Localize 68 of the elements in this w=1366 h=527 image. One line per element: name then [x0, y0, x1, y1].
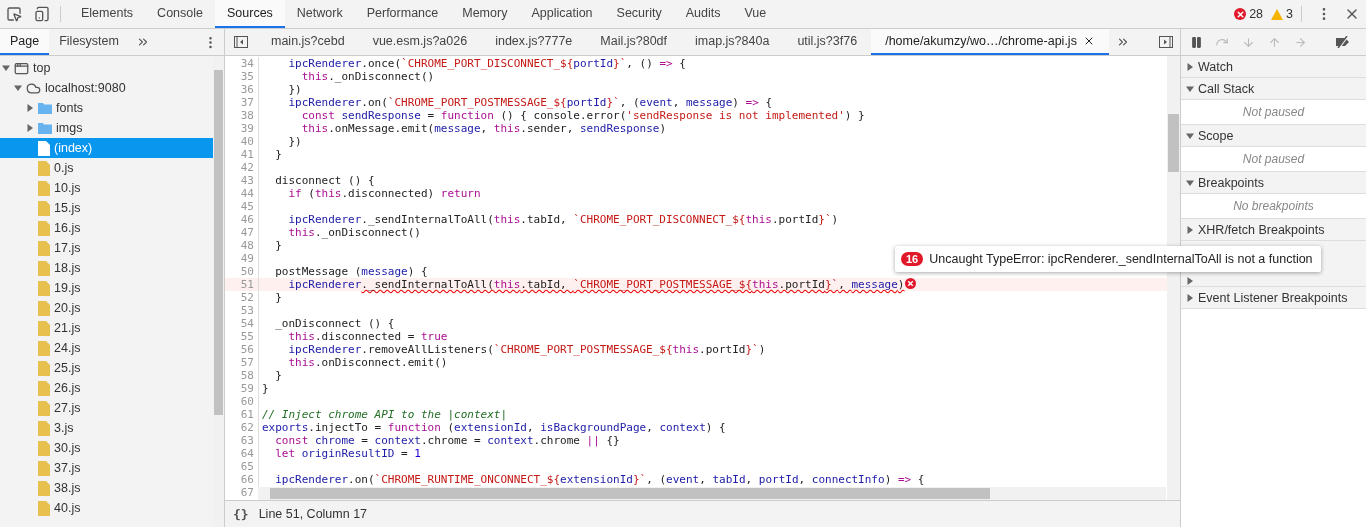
code-line: ipcRenderer.once(`CHROME_PORT_DISCONNECT_${portId}`, () => {	[287, 57, 686, 70]
code-line: })	[287, 83, 302, 96]
line-number: 55	[225, 330, 259, 343]
error-count-badge: 16	[901, 252, 924, 266]
code-line: const sendResponse = function () { console.error('sendResponse is not implemented') }	[300, 109, 865, 122]
code-line: this.disconnected = true	[287, 330, 448, 343]
code-line: this.onDisconnect.emit()	[287, 356, 448, 369]
code-line: }	[262, 382, 269, 395]
code-line: ipcRenderer._sendInternalToAll(this.tabId, `CHROME_PORT_DISCONNECT_${this.portId}`)	[287, 213, 839, 226]
line-number: 43	[225, 174, 259, 187]
line-number: 47	[225, 226, 259, 239]
section-title: Event Listener Breakpoints	[1198, 290, 1348, 305]
code-line: })	[287, 135, 302, 148]
line-number: 45	[225, 200, 259, 213]
code-line: ipcRenderer.on(`CHROME_RUNTIME_ONCONNECT_${extensionId}`, (event, tabId, portId, connectInfo) => {	[274, 473, 925, 486]
line-number: 53	[225, 304, 259, 317]
code-line: exports.injectTo = function (extensionId, isBackgroundPage, context) {	[262, 421, 726, 434]
line-number: 44	[225, 187, 259, 200]
line-number: 58	[225, 369, 259, 382]
code-line: _onDisconnect () {	[274, 317, 395, 330]
line-number: 49	[225, 252, 259, 265]
line-number: 62	[225, 421, 259, 434]
line-number: 46	[225, 213, 259, 226]
line-number: 40	[225, 135, 259, 148]
line-number: 52	[225, 291, 259, 304]
code-line: postMessage (message) {	[274, 265, 428, 278]
code-line: ipcRenderer.removeAllListeners(`CHROME_PORT_POSTMESSAGE_${this.portId}`)	[287, 343, 766, 356]
code-line: const chrome = context.chrome = context.chrome || {}	[274, 434, 620, 447]
code-line: }	[274, 291, 282, 304]
code-line: if (this.disconnected) return	[287, 187, 481, 200]
line-number: 36	[225, 83, 259, 96]
code-line: this._onDisconnect()	[300, 70, 435, 83]
line-number: 64	[225, 447, 259, 460]
section-title: Breakpoints	[1198, 175, 1264, 190]
line-number: 59	[225, 382, 259, 395]
line-number: 34	[225, 57, 259, 70]
code-line: let originResultID = 1	[274, 447, 421, 460]
line-number: 63	[225, 434, 259, 447]
line-number: 41	[225, 148, 259, 161]
line-number: 56	[225, 343, 259, 356]
code-line: this._onDisconnect()	[287, 226, 421, 239]
line-number: 65	[225, 460, 259, 473]
section-title: Watch	[1198, 59, 1233, 74]
line-number: 66	[225, 473, 259, 486]
code-line: this.onMessage.emit(message, this.sender, sendResponse)	[300, 122, 667, 135]
line-number: 57	[225, 356, 259, 369]
code-line: ipcRenderer._sendInternalToAll(this.tabId, `CHROME_PORT_POSTMESSAGE_${this.portId}`, message)	[287, 278, 905, 291]
line-number: 60	[225, 395, 259, 408]
code-line: // Inject chrome API to the |context|	[262, 408, 508, 421]
line-number: 35	[225, 70, 259, 83]
line-number: 54	[225, 317, 259, 330]
line-number: 38	[225, 109, 259, 122]
section-title: Call Stack	[1198, 81, 1255, 96]
code-line: }	[274, 369, 282, 382]
code-line: }	[274, 239, 282, 252]
line-number: 39	[225, 122, 259, 135]
code-line: ipcRenderer.on(`CHROME_PORT_POSTMESSAGE_${portId}`, (event, message) => {	[287, 96, 772, 109]
error-message: Uncaught TypeError: ipcRenderer._sendInternalToAll is not a function	[929, 252, 1313, 266]
code-line: disconnect () {	[274, 174, 375, 187]
code-line: }	[274, 148, 282, 161]
line-number: 48	[225, 239, 259, 252]
line-number: 61	[225, 408, 259, 421]
section-title: XHR/fetch Breakpoints	[1198, 222, 1325, 237]
line-number: 37	[225, 96, 259, 109]
cursor-position: Line 51, Column 17	[258, 507, 368, 521]
line-number: 51	[225, 278, 259, 291]
line-number: 42	[225, 161, 259, 174]
section-title: Scope	[1198, 128, 1234, 143]
